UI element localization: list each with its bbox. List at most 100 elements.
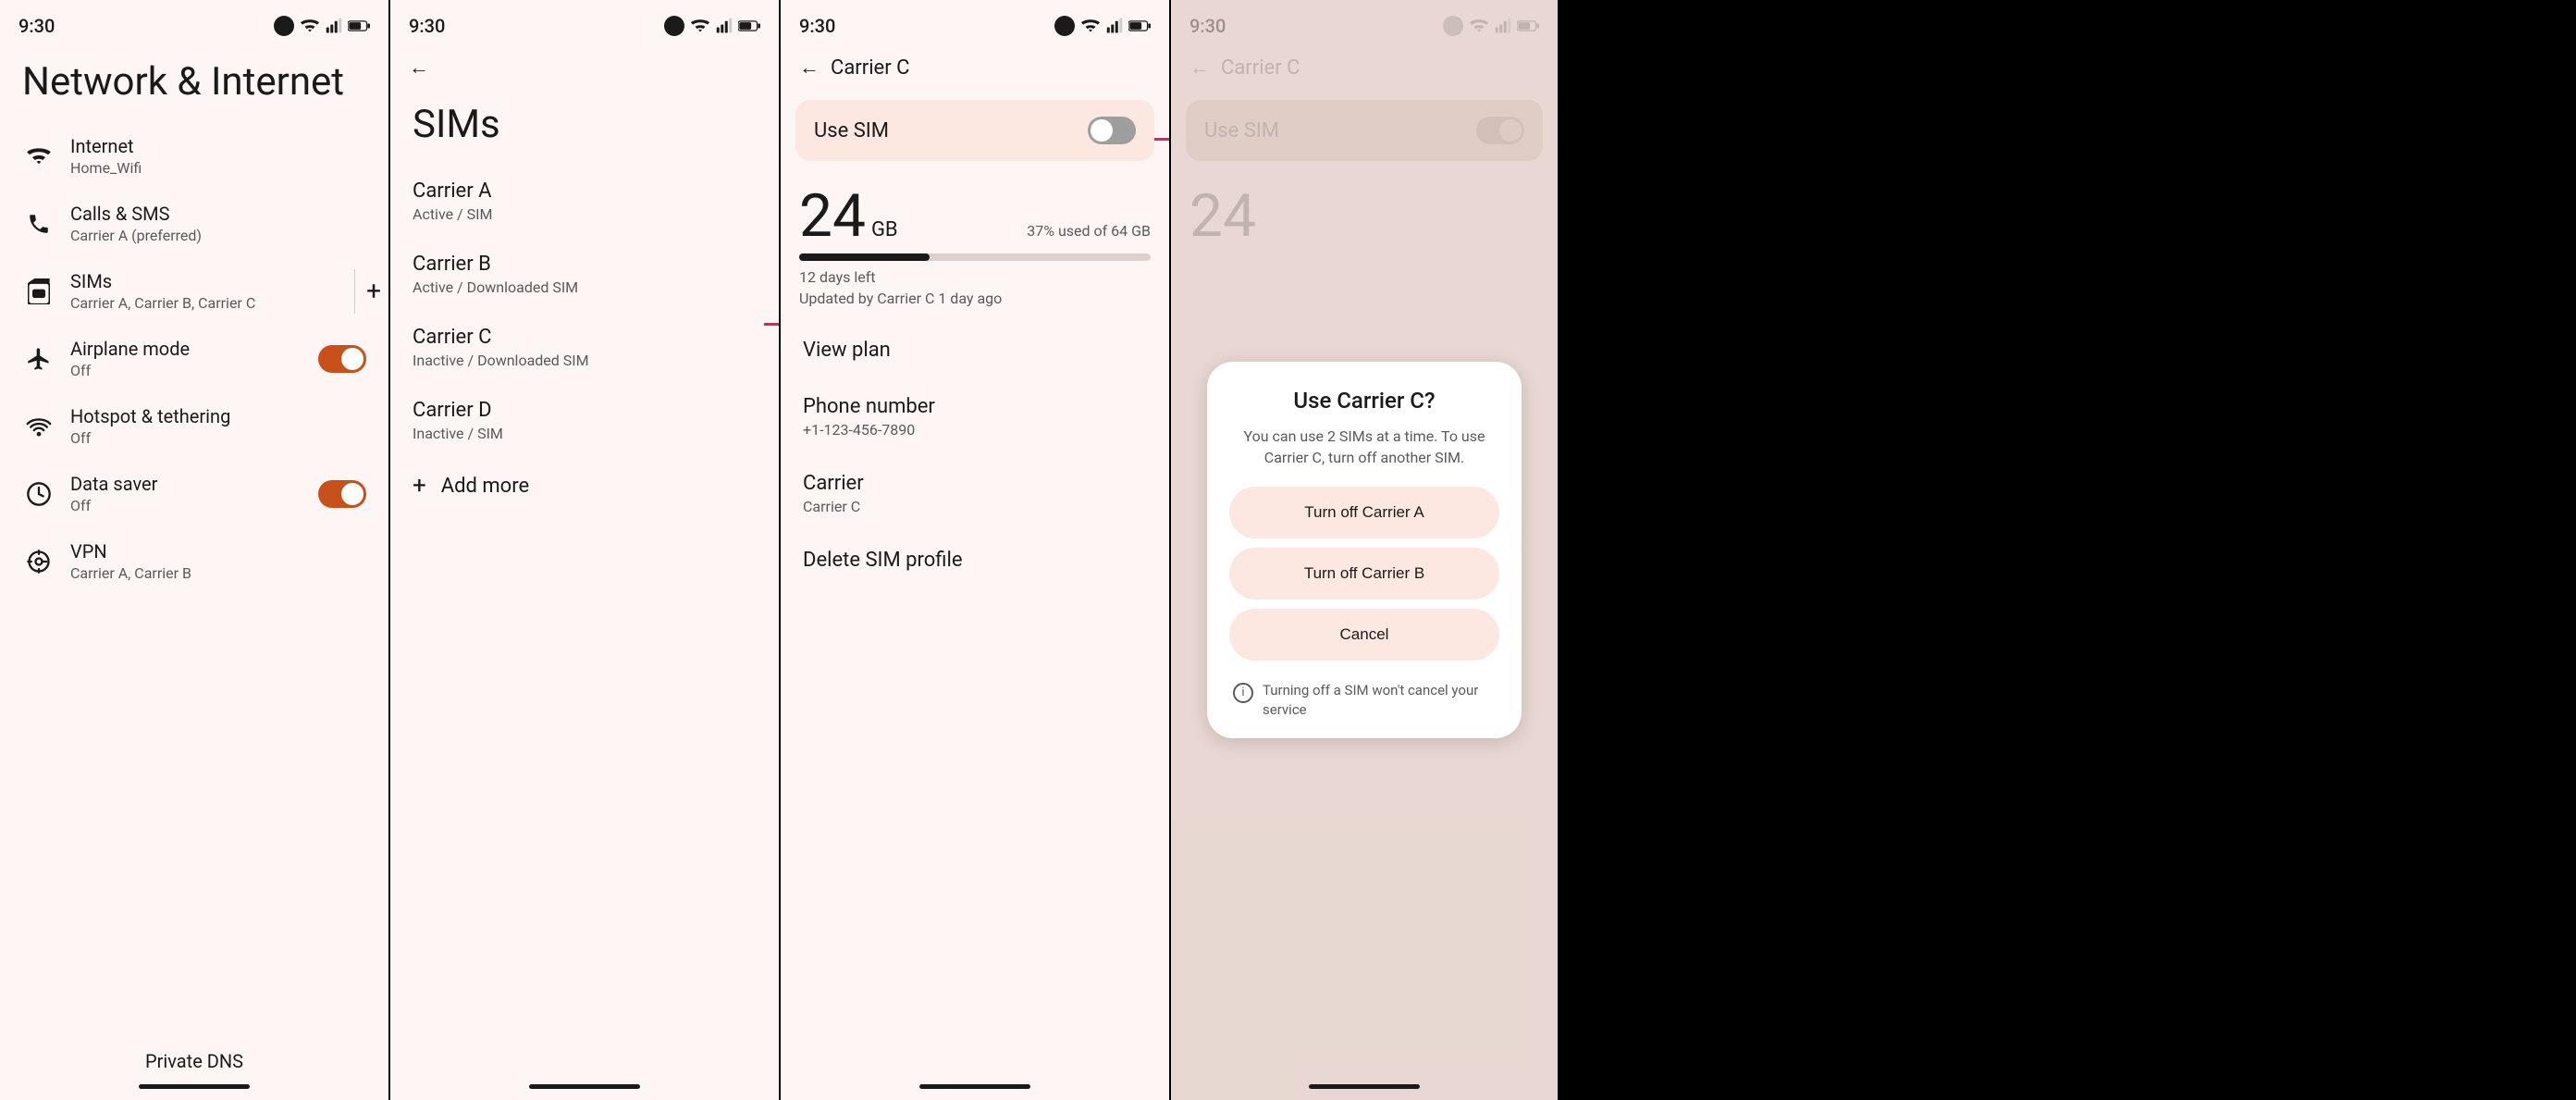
carrier-a-name: Carrier A (413, 179, 757, 203)
settings-list: Internet Home_Wifi Calls & SMS Carrier A… (0, 122, 388, 595)
back-row-2: ← (390, 46, 779, 89)
sim-carrier-a[interactable]: Carrier A Active / SIM (405, 165, 764, 238)
sidebar-item-hotspot[interactable]: Hotspot & tethering Off (7, 392, 381, 460)
vpn-text: VPN Carrier A, Carrier B (70, 540, 366, 582)
phone-number-label: Phone number (803, 395, 1147, 418)
data-block: 24 GB 37% used of 64 GB 12 days left Upd… (781, 172, 1169, 322)
delete-sim-item[interactable]: Delete SIM profile (795, 532, 1154, 588)
datasaver-toggle[interactable] (318, 480, 366, 508)
airplane-icon (22, 342, 55, 376)
airplane-sublabel: Off (70, 362, 318, 379)
arrow-2 (764, 315, 779, 333)
dialog-info: i Turning off a SIM won't cancel your se… (1229, 681, 1499, 720)
carrier-item[interactable]: Carrier Carrier C (795, 455, 1154, 532)
sim-carrier-b[interactable]: Carrier B Active / Downloaded SIM (405, 238, 764, 311)
sim-carrier-d[interactable]: Carrier D Inactive / SIM (405, 384, 764, 457)
home-indicator-1 (139, 1084, 250, 1089)
use-sim-toggle-knob (1091, 119, 1113, 142)
wifi-icon (22, 140, 55, 173)
carrier-detail-list: View plan Phone number +1-123-456-7890 C… (781, 322, 1169, 588)
turn-off-carrier-b-button[interactable]: Turn off Carrier B (1229, 548, 1499, 599)
signal-icon-2 (716, 18, 733, 34)
updated-label: Updated by Carrier C 1 day ago (799, 290, 1151, 307)
calls-sublabel: Carrier A (preferred) (70, 227, 366, 244)
vpn-sublabel: Carrier A, Carrier B (70, 564, 366, 582)
sidebar-item-internet[interactable]: Internet Home_Wifi (7, 122, 381, 190)
sims-title: SIMs (390, 89, 779, 165)
carrier-b-name: Carrier B (413, 253, 757, 276)
add-more-plus: + (413, 472, 426, 500)
progress-bar-fill (799, 253, 930, 261)
datasaver-text: Data saver Off (70, 473, 318, 514)
phone-number-item[interactable]: Phone number +1-123-456-7890 (795, 378, 1154, 455)
data-number: 24 (799, 187, 866, 246)
signal-icon (326, 18, 342, 34)
data-percent: 37% used of 64 GB (1027, 222, 1151, 240)
airplane-toggle[interactable] (318, 345, 366, 373)
airplane-toggle-knob (341, 348, 364, 370)
datasaver-label: Data saver (70, 473, 318, 495)
cancel-button[interactable]: Cancel (1229, 609, 1499, 661)
hotspot-text: Hotspot & tethering Off (70, 405, 366, 447)
carrier-d-name: Carrier D (413, 399, 757, 422)
private-dns-label[interactable]: Private DNS (0, 1050, 388, 1072)
sidebar-item-calls[interactable]: Calls & SMS Carrier A (preferred) (7, 190, 381, 257)
carrier-c-name: Carrier C (413, 326, 757, 349)
signal-icon-3 (1106, 18, 1123, 34)
carrier-d-status: Inactive / SIM (413, 425, 757, 442)
add-more-row[interactable]: + Add more (405, 457, 764, 514)
sims-text: SIMs Carrier A, Carrier B, Carrier C (70, 270, 328, 312)
add-sim-button[interactable]: + (366, 276, 381, 306)
home-indicator-2 (529, 1084, 640, 1089)
wifi-status-icon (300, 18, 320, 34)
camera-dot-2 (664, 16, 684, 36)
status-icons-3 (1054, 16, 1151, 36)
home-indicator-4 (1309, 1084, 1420, 1089)
use-sim-card: Use SIM (795, 100, 1154, 161)
datasaver-sublabel: Off (70, 497, 318, 514)
data-amount: 24 GB (799, 187, 898, 246)
sidebar-item-datasaver[interactable]: Data saver Off (7, 460, 381, 527)
dialog-overlay: Use Carrier C? You can use 2 SIMs at a t… (1171, 0, 1558, 1100)
datasaver-icon (22, 477, 55, 511)
sidebar-item-vpn[interactable]: VPN Carrier A, Carrier B (7, 527, 381, 595)
carrier-b-status: Active / Downloaded SIM (413, 278, 757, 296)
calls-text: Calls & SMS Carrier A (preferred) (70, 203, 366, 244)
status-bar-1: 9:30 (0, 0, 388, 46)
internet-label: Internet (70, 135, 366, 157)
sidebar-item-airplane[interactable]: Airplane mode Off (7, 325, 381, 392)
data-unit: GB (871, 218, 898, 241)
use-sim-toggle[interactable] (1088, 117, 1136, 144)
battery-icon-3 (1128, 19, 1151, 32)
carrier-label: Carrier (803, 472, 1147, 495)
carrier-value: Carrier C (803, 498, 1147, 515)
status-icons-2 (664, 16, 760, 36)
airplane-toggle-wrap (318, 345, 366, 373)
sims-label: SIMs (70, 270, 328, 292)
status-icons-1 (274, 16, 370, 36)
panel-carrier-c: 9:30 ← Carrier C Use SIM 24 GB 37% used … (781, 0, 1169, 1100)
days-left: 12 days left (799, 268, 1151, 286)
sim-carrier-c[interactable]: Carrier C Inactive / Downloaded SIM (405, 311, 764, 384)
dialog-title: Use Carrier C? (1229, 388, 1499, 414)
view-plan-label: View plan (803, 339, 1147, 362)
view-plan-item[interactable]: View plan (795, 322, 1154, 378)
wifi-status-icon-2 (690, 18, 710, 34)
info-icon: i (1233, 683, 1253, 703)
status-bar-3: 9:30 (781, 0, 1169, 46)
page-title-1: Network & Internet (0, 46, 388, 122)
vpn-label: VPN (70, 540, 366, 562)
phone-icon (22, 207, 55, 241)
sidebar-item-sims[interactable]: SIMs Carrier A, Carrier B, Carrier C (7, 257, 343, 325)
turn-off-carrier-a-button[interactable]: Turn off Carrier A (1229, 487, 1499, 538)
use-carrier-dialog: Use Carrier C? You can use 2 SIMs at a t… (1207, 362, 1522, 738)
sim-icon (22, 275, 55, 308)
back-title-3: Carrier C (831, 56, 909, 80)
panel-sims: 9:30 ← SIMs Carrier A Active / SIM Carri… (390, 0, 779, 1100)
back-row-3: ← Carrier C (781, 46, 1169, 89)
back-button-2[interactable]: ← (409, 56, 429, 80)
sims-sublabel: Carrier A, Carrier B, Carrier C (70, 294, 328, 312)
home-indicator-3 (919, 1084, 1030, 1089)
back-button-3[interactable]: ← (799, 56, 820, 80)
dialog-description: You can use 2 SIMs at a time. To use Car… (1229, 426, 1499, 468)
